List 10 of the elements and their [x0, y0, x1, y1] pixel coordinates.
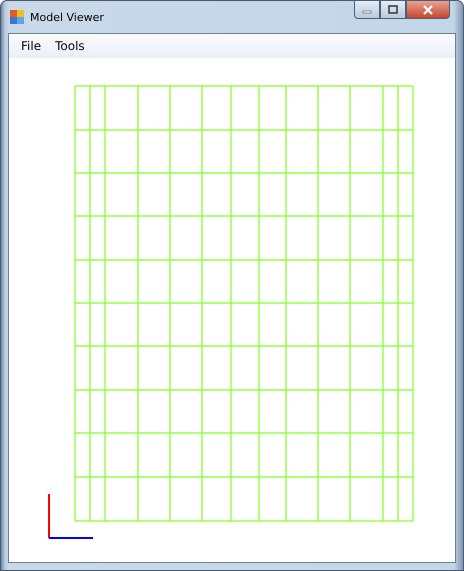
maximize-icon: [388, 5, 398, 14]
menu-item[interactable]: Tools: [49, 38, 91, 54]
app-icon: [10, 10, 24, 24]
close-icon: [422, 4, 434, 14]
close-button[interactable]: [406, 0, 450, 19]
menu-item[interactable]: File: [15, 38, 48, 54]
axis-drawing: [48, 494, 93, 539]
maximize-button[interactable]: [380, 0, 406, 19]
minimize-button[interactable]: [354, 0, 380, 19]
window-title: Model Viewer: [30, 10, 104, 24]
